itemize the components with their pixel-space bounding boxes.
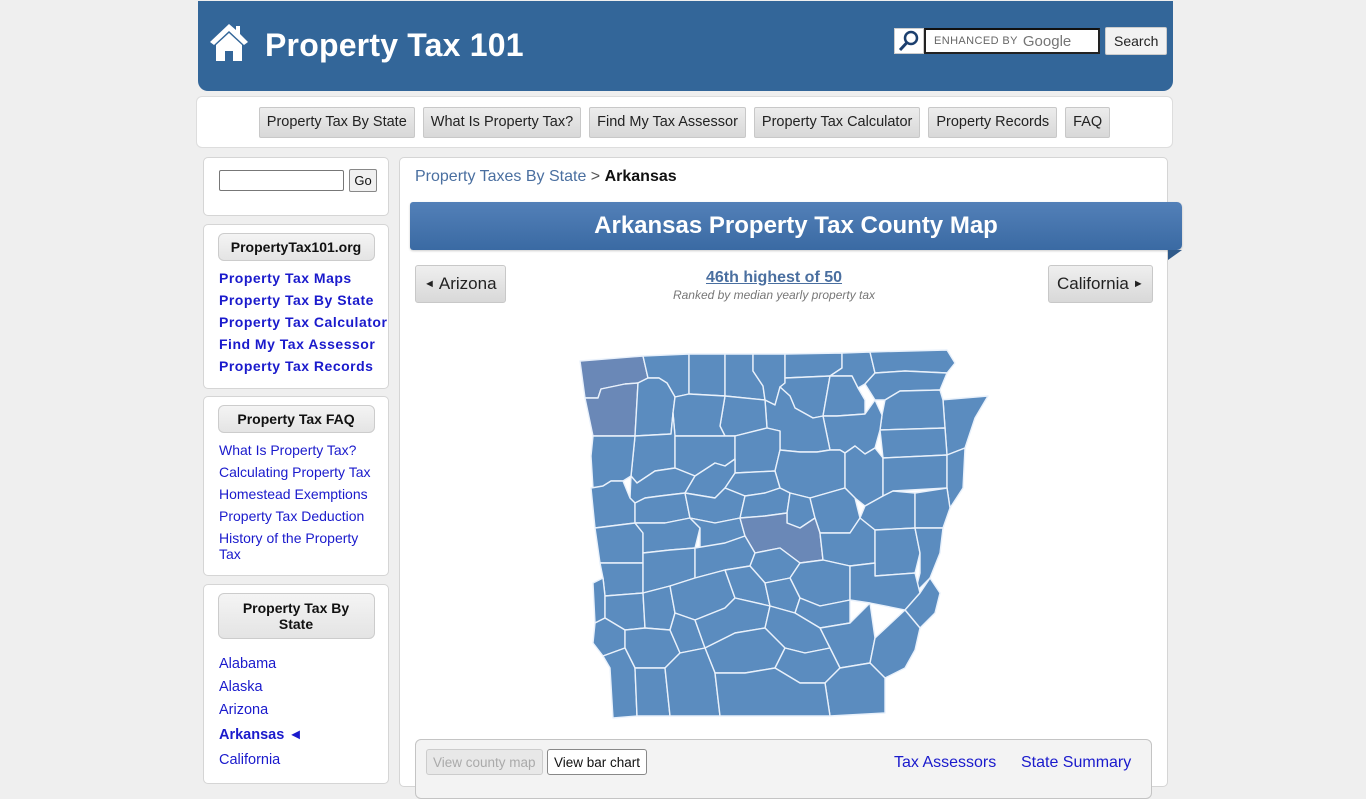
county-scott[interactable] <box>594 522 644 564</box>
sidebar-search-input[interactable] <box>219 170 344 191</box>
county-crittenden[interactable] <box>946 447 966 509</box>
county-sebastian[interactable] <box>590 480 636 529</box>
county-lafayette[interactable] <box>634 667 671 717</box>
tax-assessors-link[interactable]: Tax Assessors <box>894 754 996 772</box>
view-county-map-button[interactable]: View county map <box>426 749 543 775</box>
site-header: Property Tax 101 ENHANCED BY Google Sear… <box>198 1 1173 91</box>
state-link-california[interactable]: California <box>219 749 388 772</box>
view-toolbar: View county map View bar chart Tax Asses… <box>415 739 1152 799</box>
nav-find-tax-assessor[interactable]: Find My Tax Assessor <box>589 106 746 138</box>
breadcrumb-current: Arkansas <box>604 168 677 185</box>
sidebar-link-tax-records[interactable]: Property Tax Records <box>219 355 388 377</box>
nav-what-is-property-tax[interactable]: What Is Property Tax? <box>422 106 582 138</box>
county-poinsett[interactable] <box>879 427 948 459</box>
search-icon <box>894 28 924 54</box>
county-chicot[interactable] <box>869 609 921 679</box>
rank-block: 46th highest of 50 Ranked by median year… <box>650 269 898 302</box>
county-pike[interactable] <box>642 585 676 631</box>
state-link-alaska[interactable]: Alaska <box>219 676 388 699</box>
next-arrow-icon: ► <box>1132 278 1144 290</box>
nav-property-tax-by-state[interactable]: Property Tax By State <box>258 106 415 138</box>
faq-link-deduction[interactable]: Property Tax Deduction <box>219 505 378 527</box>
nav-faq[interactable]: FAQ <box>1065 106 1111 138</box>
county-mississippi[interactable] <box>939 395 989 456</box>
county-polk[interactable] <box>599 562 644 597</box>
sidebar-search-box: Go <box>203 157 389 216</box>
sidebar-faq-box: Property Tax FAQ What Is Property Tax? C… <box>203 396 389 576</box>
search-button[interactable]: Search <box>1105 27 1168 55</box>
county-madison[interactable] <box>634 377 676 437</box>
main-nav: Property Tax By State What Is Property T… <box>196 96 1173 148</box>
main-content: Property Taxes By State > Arkansas Arkan… <box>399 157 1182 799</box>
google-brand: Google <box>1022 32 1072 50</box>
banner-fold-decoration <box>1168 250 1182 260</box>
breadcrumb-parent[interactable]: Property Taxes By State <box>415 168 586 185</box>
next-state-label: California <box>1057 274 1129 293</box>
county-crawford[interactable] <box>590 435 636 489</box>
prev-arrow-icon: ◄ <box>424 278 435 290</box>
county-group <box>579 349 989 719</box>
prev-state-label: Arizona <box>438 274 497 293</box>
sidebar-states-heading[interactable]: Property Tax By State <box>217 593 375 639</box>
nav-property-records[interactable]: Property Records <box>928 106 1058 138</box>
sidebar-org-box: PropertyTax101.org Property Tax Maps Pro… <box>203 224 389 389</box>
faq-link-what-is[interactable]: What Is Property Tax? <box>219 439 378 461</box>
search-input[interactable]: ENHANCED BY Google <box>924 28 1100 54</box>
page-title: Arkansas Property Tax County Map <box>410 202 1182 250</box>
breadcrumb: Property Taxes By State > Arkansas <box>415 168 677 186</box>
rank-link[interactable]: 46th highest of 50 <box>706 269 842 286</box>
state-summary-link[interactable]: State Summary <box>1021 754 1131 772</box>
rank-sublabel: Ranked by median yearly property tax <box>672 288 876 302</box>
breadcrumb-separator: > <box>590 168 601 185</box>
sidebar-faq-heading[interactable]: Property Tax FAQ <box>217 405 375 433</box>
sidebar-go-button[interactable]: Go <box>349 169 377 192</box>
county-sevier[interactable] <box>592 577 606 624</box>
faq-link-homestead[interactable]: Homestead Exemptions <box>219 483 378 505</box>
state-link-arkansas-active[interactable]: Arkansas ◄ <box>219 724 388 747</box>
sidebar-link-tax-by-state[interactable]: Property Tax By State <box>219 289 388 311</box>
view-bar-chart-button[interactable]: View bar chart <box>547 749 648 775</box>
county-cleburne[interactable] <box>734 427 781 474</box>
county-monroe[interactable] <box>874 527 921 577</box>
search-placeholder: ENHANCED BY <box>934 35 1018 47</box>
prev-state-button[interactable]: ◄ Arizona <box>415 265 506 303</box>
site-title[interactable]: Property Tax 101 <box>265 27 524 64</box>
county-stone[interactable] <box>672 393 726 437</box>
state-link-arizona[interactable]: Arizona <box>219 699 388 722</box>
county-boone[interactable] <box>688 353 726 397</box>
sidebar-link-tax-maps[interactable]: Property Tax Maps <box>219 267 388 289</box>
site-search: ENHANCED BY Google Search <box>894 27 1168 55</box>
next-state-button[interactable]: California ► <box>1048 265 1153 303</box>
sidebar-org-heading[interactable]: PropertyTax101.org <box>217 233 375 261</box>
arkansas-county-map[interactable] <box>575 338 995 728</box>
county-lee[interactable] <box>914 487 951 529</box>
faq-link-calculating[interactable]: Calculating Property Tax <box>219 461 378 483</box>
home-icon[interactable] <box>208 21 250 63</box>
nav-property-tax-calculator[interactable]: Property Tax Calculator <box>753 106 921 138</box>
sidebar-link-find-assessor[interactable]: Find My Tax Assessor <box>219 333 388 355</box>
sidebar-states-box: Property Tax By State Alabama Alaska Ari… <box>203 584 389 784</box>
sidebar-link-tax-calculator[interactable]: Property Tax Calculator <box>219 311 388 333</box>
county-clay[interactable] <box>869 349 956 374</box>
faq-link-history[interactable]: History of the Property Tax <box>219 530 378 562</box>
state-link-alabama[interactable]: Alabama <box>219 653 388 676</box>
